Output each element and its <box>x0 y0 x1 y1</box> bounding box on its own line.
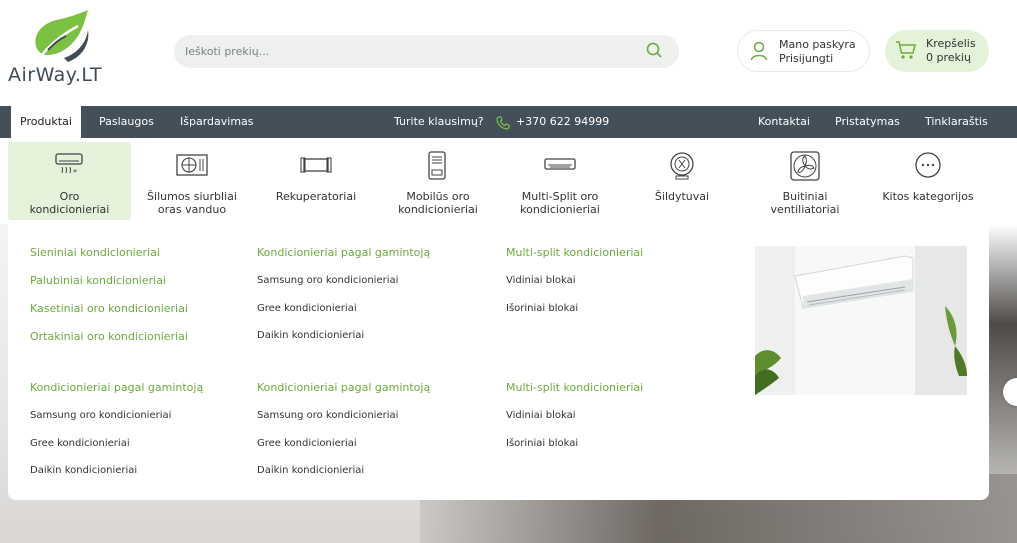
category-label: kondicionieriai <box>520 203 600 216</box>
category-label: Šildytuvai <box>654 190 710 203</box>
category-air-conditioners[interactable]: * Oro kondicionieriai <box>8 142 131 220</box>
category-label: Multi-Split oro <box>521 190 599 203</box>
search-bar <box>174 35 679 68</box>
menu-link-outdoor-units[interactable]: Išoriniai blokai <box>506 438 578 449</box>
nav-blog[interactable]: Tinklaraštis <box>916 106 997 138</box>
menu-link-duct-ac[interactable]: Ortakiniai oro kondicionieriai <box>30 330 188 343</box>
products-mega-menu: * Oro kondicionieriai Šilumos siurbliai … <box>8 138 989 500</box>
category-label: ventiliatoriai <box>770 203 840 216</box>
heat-pump-icon <box>176 154 208 176</box>
cart-icon <box>895 40 917 64</box>
menu-link-cassette-ac[interactable]: Kasetiniai oro kondicionieriai <box>30 302 188 315</box>
category-heat-pumps[interactable]: Šilumos siurbliai oras vanduo <box>136 142 248 220</box>
category-label: Rekuperatoriai <box>275 190 357 203</box>
menu-link-samsung[interactable]: Samsung oro kondicionieriai <box>257 275 398 286</box>
nav-question: Turite klausimų? <box>394 115 484 128</box>
menu-link-gree[interactable]: Gree kondicionieriai <box>30 438 130 449</box>
heater-icon <box>670 152 694 180</box>
user-icon <box>750 41 768 65</box>
menu-link-indoor-units[interactable]: Vidiniai blokai <box>506 275 576 286</box>
hero-photo-edge <box>985 224 1017 474</box>
menu-link-gree[interactable]: Gree kondicionieriai <box>257 303 357 314</box>
menu-heading-by-manufacturer[interactable]: Kondicionieriai pagal gamintoją <box>257 381 430 394</box>
nav-delivery[interactable]: Pristatymas <box>826 106 909 138</box>
site-header: AirWay.LT Mano paskyra Prisijungti Krepš… <box>0 0 1017 106</box>
menu-heading-multi-split[interactable]: Multi-split kondicionieriai <box>506 381 643 394</box>
category-other[interactable]: Kitos kategorijos <box>871 142 985 220</box>
multi-split-icon <box>544 158 576 170</box>
account-title: Mano paskyra <box>779 38 856 51</box>
menu-heading-by-manufacturer[interactable]: Kondicionieriai pagal gamintoją <box>30 381 203 394</box>
menu-link-gree[interactable]: Gree kondicionieriai <box>257 438 357 449</box>
air-conditioner-photo <box>755 246 967 395</box>
category-label: kondicionieriai <box>398 203 478 216</box>
category-heaters[interactable]: Šildytuvai <box>626 142 738 220</box>
menu-link-outdoor-units[interactable]: Išoriniai blokai <box>506 303 578 314</box>
category-multi-split[interactable]: Multi-Split oro kondicionieriai <box>504 142 616 220</box>
category-fans[interactable]: Buitiniai ventiliatoriai <box>749 142 861 220</box>
category-label: Mobilūs oro <box>406 190 470 203</box>
promo-image[interactable] <box>755 246 967 395</box>
nav-products[interactable]: Produktai <box>11 106 81 138</box>
mobile-ac-icon <box>428 151 446 180</box>
search-input[interactable] <box>185 35 625 68</box>
cart-count: 0 prekių <box>926 51 971 64</box>
category-label: Buitiniai <box>782 190 828 203</box>
air-conditioner-icon: * <box>55 153 83 177</box>
menu-heading-multi-split[interactable]: Multi-split kondicionieriai <box>506 246 643 259</box>
account-subtitle: Prisijungti <box>779 52 834 65</box>
cart-title: Krepšelis <box>926 37 976 50</box>
category-label: Šilumos siurbliai <box>147 190 237 203</box>
category-recuperators[interactable]: Rekuperatoriai <box>260 142 372 220</box>
search-icon[interactable] <box>646 42 662 62</box>
account-button[interactable]: Mano paskyra Prisijungti <box>737 30 870 72</box>
logo-text: AirWay.LT <box>8 64 102 86</box>
logo-leaf-icon <box>35 10 89 62</box>
category-mobile-ac[interactable]: Mobilūs oro kondicionieriai <box>382 142 494 220</box>
menu-link-daikin[interactable]: Daikin kondicionieriai <box>257 330 364 341</box>
nav-phone[interactable]: +370 622 94999 <box>516 106 609 138</box>
category-label: Kitos kategorijos <box>882 190 974 203</box>
menu-link-samsung[interactable]: Samsung oro kondicionieriai <box>30 410 171 421</box>
phone-icon <box>496 115 510 134</box>
more-icon <box>915 152 941 178</box>
svg-text:*: * <box>73 168 77 177</box>
nav-sale[interactable]: Išpardavimas <box>171 106 263 138</box>
menu-link-indoor-units[interactable]: Vidiniai blokai <box>506 410 576 421</box>
menu-link-samsung[interactable]: Samsung oro kondicionieriai <box>257 410 398 421</box>
recuperator-icon <box>300 157 332 173</box>
category-label: oras vanduo <box>157 203 227 216</box>
category-label: Oro <box>59 190 80 203</box>
category-label: kondicionieriai <box>29 203 110 216</box>
menu-heading-by-manufacturer[interactable]: Kondicionieriai pagal gamintoją <box>257 246 430 259</box>
nav-contacts[interactable]: Kontaktai <box>749 106 819 138</box>
cart-button[interactable]: Krepšelis 0 prekių <box>885 30 989 72</box>
menu-link-ceiling-ac[interactable]: Palubiniai kondicionieriai <box>30 274 166 287</box>
menu-link-daikin[interactable]: Daikin kondicionieriai <box>30 465 137 476</box>
nav-services[interactable]: Paslaugos <box>90 106 163 138</box>
menu-link-wall-ac[interactable]: Sieniniai kondicionieriai <box>30 246 160 259</box>
fan-icon <box>790 151 820 181</box>
main-nav: Produktai Paslaugos Išpardavimas Turite … <box>0 106 1017 138</box>
menu-link-daikin[interactable]: Daikin kondicionieriai <box>257 465 364 476</box>
